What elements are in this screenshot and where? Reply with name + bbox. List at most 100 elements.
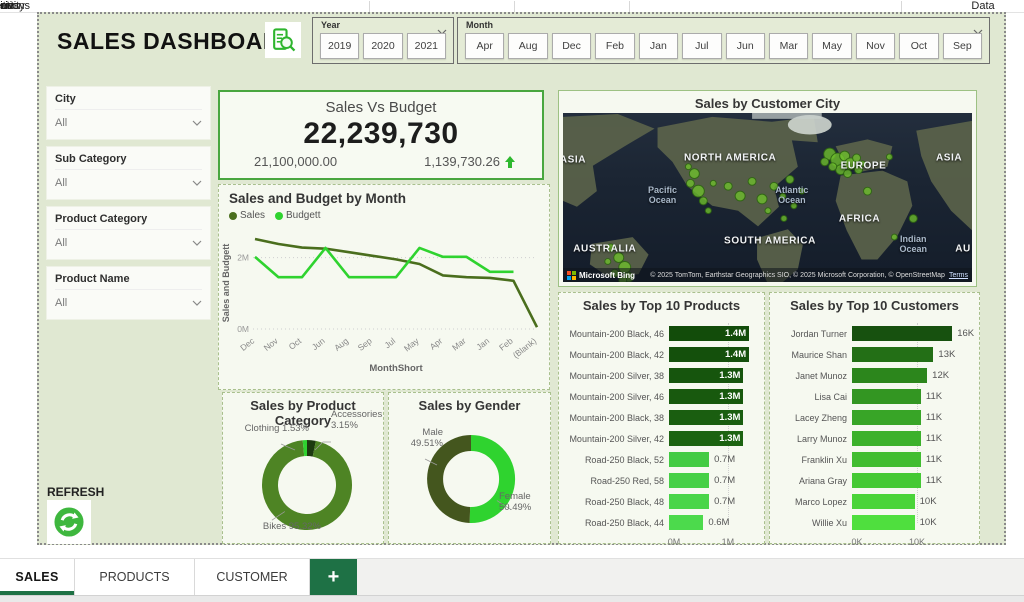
sales-city-bubble[interactable] <box>844 170 852 178</box>
sales-city-bubble[interactable] <box>686 179 694 187</box>
up-arrow-icon <box>504 156 516 168</box>
product-bar-mountain-200-black-38[interactable]: 1.3M <box>669 410 743 425</box>
customer-bar-ariana-gray[interactable] <box>852 473 921 488</box>
sales-city-bubble[interactable] <box>705 208 711 214</box>
product-bar-road-250-black-48[interactable] <box>669 494 709 509</box>
filter-dropdown-product-name[interactable]: All <box>55 290 202 309</box>
product-bar-road-250-black-44[interactable] <box>669 515 703 530</box>
sales-city-bubble[interactable] <box>757 194 767 204</box>
sales-city-bubble[interactable] <box>770 182 778 190</box>
sales-city-bubble[interactable] <box>724 182 732 190</box>
report-search-icon <box>265 22 301 58</box>
filter-panel: CityAllSub CategoryAllProduct CategoryAl… <box>47 87 210 327</box>
product-bar-mountain-200-black-46[interactable]: 1.4M <box>669 326 749 341</box>
sales-city-bubble[interactable] <box>786 176 794 184</box>
sales-city-bubble[interactable] <box>891 234 897 240</box>
sales-city-bubble[interactable] <box>614 253 624 263</box>
customer-bar-larry-munoz[interactable] <box>852 431 921 446</box>
product-bar-mountain-200-black-42[interactable]: 1.4M <box>669 347 749 362</box>
sales-city-bubble[interactable] <box>735 191 745 201</box>
customer-bar-marco-lopez[interactable] <box>852 494 915 509</box>
customer-bar-franklin-xu[interactable] <box>852 452 921 467</box>
sales-city-bubble[interactable] <box>780 193 786 199</box>
legend-label: Sales <box>240 210 265 221</box>
product-bar-road-250-black-52[interactable] <box>669 452 709 467</box>
customer-bar-lisa-cai[interactable] <box>852 389 921 404</box>
map-provider: Microsoft Bing <box>579 271 635 280</box>
line-chart-card: Sales and Budget by Month SalesBudgett 0… <box>218 184 550 390</box>
legend-item-budgett[interactable]: Budgett <box>275 210 320 221</box>
customer-row-lacey-zheng: Lacey Zheng11K <box>778 407 971 428</box>
month-option-jan[interactable]: Jan <box>639 33 678 59</box>
category-slice-bikes[interactable] <box>270 448 344 522</box>
customer-bar-maurice-shan[interactable] <box>852 347 933 362</box>
sales-city-bubble[interactable] <box>829 163 837 171</box>
month-option-jul[interactable]: Jul <box>682 33 721 59</box>
filter-dropdown-sub-category[interactable]: All <box>55 170 202 189</box>
sales-city-bubble[interactable] <box>864 187 872 195</box>
year-option-2020[interactable]: 2020 <box>363 33 402 59</box>
category-slice-accessories[interactable] <box>307 448 314 449</box>
kpi-title: Sales Vs Budget <box>220 99 542 116</box>
month-option-may[interactable]: May <box>812 33 851 59</box>
filter-card-product-category: Product CategoryAll <box>47 207 210 259</box>
sales-city-bubble[interactable] <box>799 188 805 194</box>
add-sheet-button[interactable]: + <box>310 559 357 595</box>
line-series-budgett[interactable] <box>255 248 514 277</box>
sales-city-bubble[interactable] <box>692 185 704 197</box>
product-bar-mountain-200-silver-42[interactable]: 1.3M <box>669 431 743 446</box>
legend-item-sales[interactable]: Sales <box>229 210 265 221</box>
menu-divider <box>514 1 515 12</box>
year-option-2021[interactable]: 2021 <box>407 33 446 59</box>
customer-row-willie-xu: Willie Xu10K <box>778 512 971 533</box>
sales-city-bubble[interactable] <box>689 169 699 179</box>
world-map[interactable]: ASIANORTH AMERICAPacific OceanAtlantic O… <box>563 113 972 282</box>
sales-city-bubble[interactable] <box>607 244 615 252</box>
sales-city-bubble[interactable] <box>765 208 771 214</box>
product-bar-mountain-200-silver-46[interactable]: 1.3M <box>669 389 743 404</box>
sales-city-bubble[interactable] <box>710 180 716 186</box>
customer-row-marco-lopez: Marco Lopez10K <box>778 491 971 512</box>
sales-city-bubble[interactable] <box>791 203 797 209</box>
sales-city-bubble[interactable] <box>605 259 611 265</box>
month-option-jun[interactable]: Jun <box>726 33 765 59</box>
customer-bar-jordan-turner[interactable] <box>852 326 952 341</box>
refresh-button[interactable] <box>47 500 91 544</box>
month-option-dec[interactable]: Dec <box>552 33 591 59</box>
customer-bar-willie-xu[interactable] <box>852 515 915 530</box>
month-option-sep[interactable]: Sep <box>943 33 982 59</box>
x-tick-label: Oct <box>287 335 304 351</box>
customer-bar-janet-munoz[interactable] <box>852 368 927 383</box>
month-option-aug[interactable]: Aug <box>508 33 547 59</box>
month-option-nov[interactable]: Nov <box>856 33 895 59</box>
sales-city-bubble[interactable] <box>781 216 787 222</box>
sales-city-bubble[interactable] <box>821 158 829 166</box>
x-tick-label: May <box>402 335 421 353</box>
tab-products[interactable]: PRODUCTS <box>75 559 195 595</box>
sales-city-bubble[interactable] <box>685 164 691 170</box>
line-series-sales[interactable] <box>255 239 537 327</box>
product-bar-mountain-200-silver-38[interactable]: 1.3M <box>669 368 743 383</box>
month-option-mar[interactable]: Mar <box>769 33 808 59</box>
map-terms-link[interactable]: Terms <box>949 272 968 279</box>
sales-city-bubble[interactable] <box>860 161 866 167</box>
tab-sales[interactable]: SALES <box>0 559 75 595</box>
bar-category-label: Jordan Turner <box>778 329 852 339</box>
sales-city-bubble[interactable] <box>886 154 892 160</box>
year-option-2019[interactable]: 2019 <box>320 33 359 59</box>
tab-customer[interactable]: CUSTOMER <box>195 559 310 595</box>
customer-bar-lacey-zheng[interactable] <box>852 410 921 425</box>
month-option-feb[interactable]: Feb <box>595 33 634 59</box>
sales-city-bubble[interactable] <box>699 197 707 205</box>
sales-city-bubble[interactable] <box>748 177 756 185</box>
filter-dropdown-city[interactable]: All <box>55 110 202 129</box>
x-tick-label: Apr <box>428 336 445 352</box>
month-option-oct[interactable]: Oct <box>899 33 938 59</box>
menu-item-sensitivity[interactable]: Sensitivity <box>0 0 25 13</box>
product-bar-road-250-red-58[interactable] <box>669 473 709 488</box>
filter-dropdown-product-category[interactable]: All <box>55 230 202 249</box>
sales-city-bubble[interactable] <box>909 215 917 223</box>
gender-slice-male[interactable] <box>435 443 471 515</box>
sales-city-bubble[interactable] <box>853 154 861 162</box>
month-option-apr[interactable]: Apr <box>465 33 504 59</box>
